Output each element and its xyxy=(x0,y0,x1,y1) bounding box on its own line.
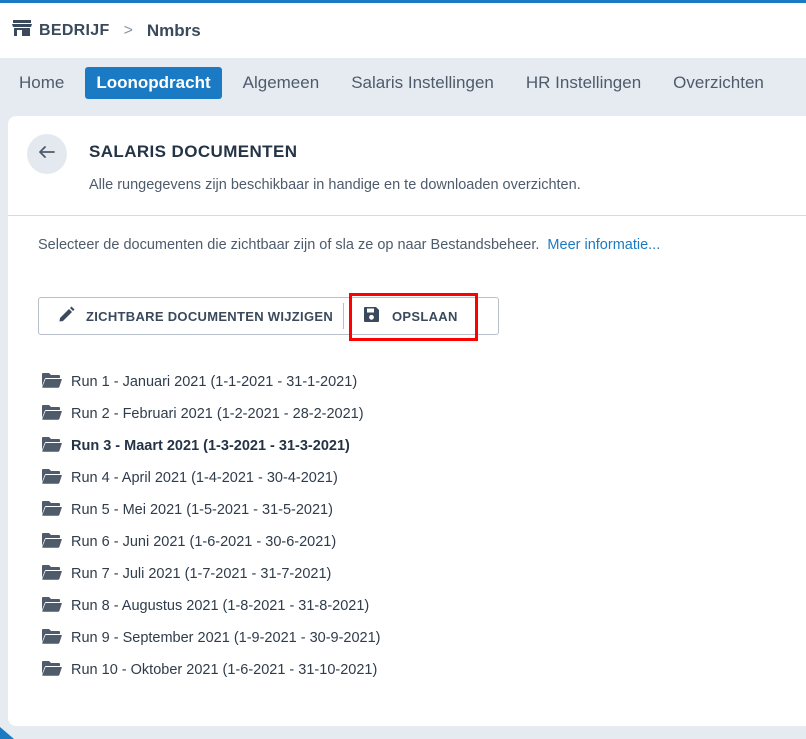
list-item[interactable]: Run 10 - Oktober 2021 (1-6-2021 - 31-10-… xyxy=(42,654,381,686)
save-label: OPSLAAN xyxy=(392,308,458,324)
page-title: SALARIS DOCUMENTEN xyxy=(89,142,298,161)
arrow-left-icon xyxy=(39,145,55,163)
run-label: Run 6 - Juni 2021 (1-6-2021 - 30-6-2021) xyxy=(71,534,337,550)
run-label: Run 5 - Mei 2021 (1-5-2021 - 31-5-2021) xyxy=(71,502,333,518)
breadcrumb-company[interactable]: BEDRIJF xyxy=(12,20,110,41)
list-item[interactable]: Run 9 - September 2021 (1-9-2021 - 30-9-… xyxy=(42,622,381,654)
floppy-disk-icon xyxy=(363,306,380,326)
folder-open-icon xyxy=(42,468,62,488)
list-item[interactable]: Run 8 - Augustus 2021 (1-8-2021 - 31-8-2… xyxy=(42,590,381,622)
run-label: Run 4 - April 2021 (1-4-2021 - 30-4-2021… xyxy=(71,470,338,486)
run-label: Run 2 - Februari 2021 (1-2-2021 - 28-2-2… xyxy=(71,406,364,422)
list-item[interactable]: Run 1 - Januari 2021 (1-1-2021 - 31-1-20… xyxy=(42,366,381,398)
edit-visible-documents-label: ZICHTBARE DOCUMENTEN WIJZIGEN xyxy=(86,308,334,324)
main-navigation: Home Loonopdracht Algemeen Salaris Inste… xyxy=(0,58,806,108)
run-label: Run 10 - Oktober 2021 (1-6-2021 - 31-10-… xyxy=(71,662,378,678)
tab-home[interactable]: Home xyxy=(8,67,75,99)
pencil-icon xyxy=(58,306,75,326)
more-info-link[interactable]: Meer informatie... xyxy=(547,237,660,253)
folder-open-icon xyxy=(42,564,62,584)
breadcrumb-current[interactable]: Nmbrs xyxy=(147,21,201,41)
info-text-line: Selecteer de documenten die zichtbaar zi… xyxy=(38,237,660,253)
save-button[interactable]: OPSLAAN xyxy=(344,298,498,334)
breadcrumb: BEDRIJF > Nmbrs xyxy=(0,3,806,58)
list-item[interactable]: Run 7 - Juli 2021 (1-7-2021 - 31-7-2021) xyxy=(42,558,381,590)
run-label: Run 9 - September 2021 (1-9-2021 - 30-9-… xyxy=(71,630,381,646)
tab-loonopdracht[interactable]: Loonopdracht xyxy=(85,67,222,99)
folder-open-icon xyxy=(42,404,62,424)
back-button[interactable] xyxy=(27,134,67,174)
list-item[interactable]: Run 6 - Juni 2021 (1-6-2021 - 30-6-2021) xyxy=(42,526,381,558)
tab-salaris-instellingen[interactable]: Salaris Instellingen xyxy=(340,67,505,99)
info-text: Selecteer de documenten die zichtbaar zi… xyxy=(38,237,540,253)
page-subtitle: Alle rungegevens zijn beschikbaar in han… xyxy=(89,177,581,193)
folder-open-icon xyxy=(42,436,62,456)
folder-open-icon xyxy=(42,596,62,616)
folder-open-icon xyxy=(42,660,62,680)
edit-visible-documents-button[interactable]: ZICHTBARE DOCUMENTEN WIJZIGEN xyxy=(39,298,343,334)
list-item[interactable]: Run 3 - Maart 2021 (1-3-2021 - 31-3-2021… xyxy=(42,430,381,462)
list-item[interactable]: Run 2 - Februari 2021 (1-2-2021 - 28-2-2… xyxy=(42,398,381,430)
tab-overzichten[interactable]: Overzichten xyxy=(662,67,775,99)
run-list: Run 1 - Januari 2021 (1-1-2021 - 31-1-20… xyxy=(42,366,381,686)
card-header: SALARIS DOCUMENTEN Alle rungegevens zijn… xyxy=(8,116,806,216)
run-label: Run 7 - Juli 2021 (1-7-2021 - 31-7-2021) xyxy=(71,566,332,582)
folder-open-icon xyxy=(42,532,62,552)
content-card: SALARIS DOCUMENTEN Alle rungegevens zijn… xyxy=(8,116,806,726)
run-label: Run 3 - Maart 2021 (1-3-2021 - 31-3-2021… xyxy=(71,438,350,454)
folder-open-icon xyxy=(42,500,62,520)
tab-hr-instellingen[interactable]: HR Instellingen xyxy=(515,67,652,99)
run-label: Run 8 - Augustus 2021 (1-8-2021 - 31-8-2… xyxy=(71,598,370,614)
folder-open-icon xyxy=(42,372,62,392)
chevron-right-icon: > xyxy=(123,21,133,39)
store-icon xyxy=(12,20,32,41)
folder-open-icon xyxy=(42,628,62,648)
action-button-group: ZICHTBARE DOCUMENTEN WIJZIGEN OPSLAAN xyxy=(38,297,499,335)
breadcrumb-company-label: BEDRIJF xyxy=(39,21,110,39)
run-label: Run 1 - Januari 2021 (1-1-2021 - 31-1-20… xyxy=(71,374,358,390)
corner-decoration xyxy=(0,727,14,739)
tab-algemeen[interactable]: Algemeen xyxy=(232,67,331,99)
list-item[interactable]: Run 4 - April 2021 (1-4-2021 - 30-4-2021… xyxy=(42,462,381,494)
list-item[interactable]: Run 5 - Mei 2021 (1-5-2021 - 31-5-2021) xyxy=(42,494,381,526)
